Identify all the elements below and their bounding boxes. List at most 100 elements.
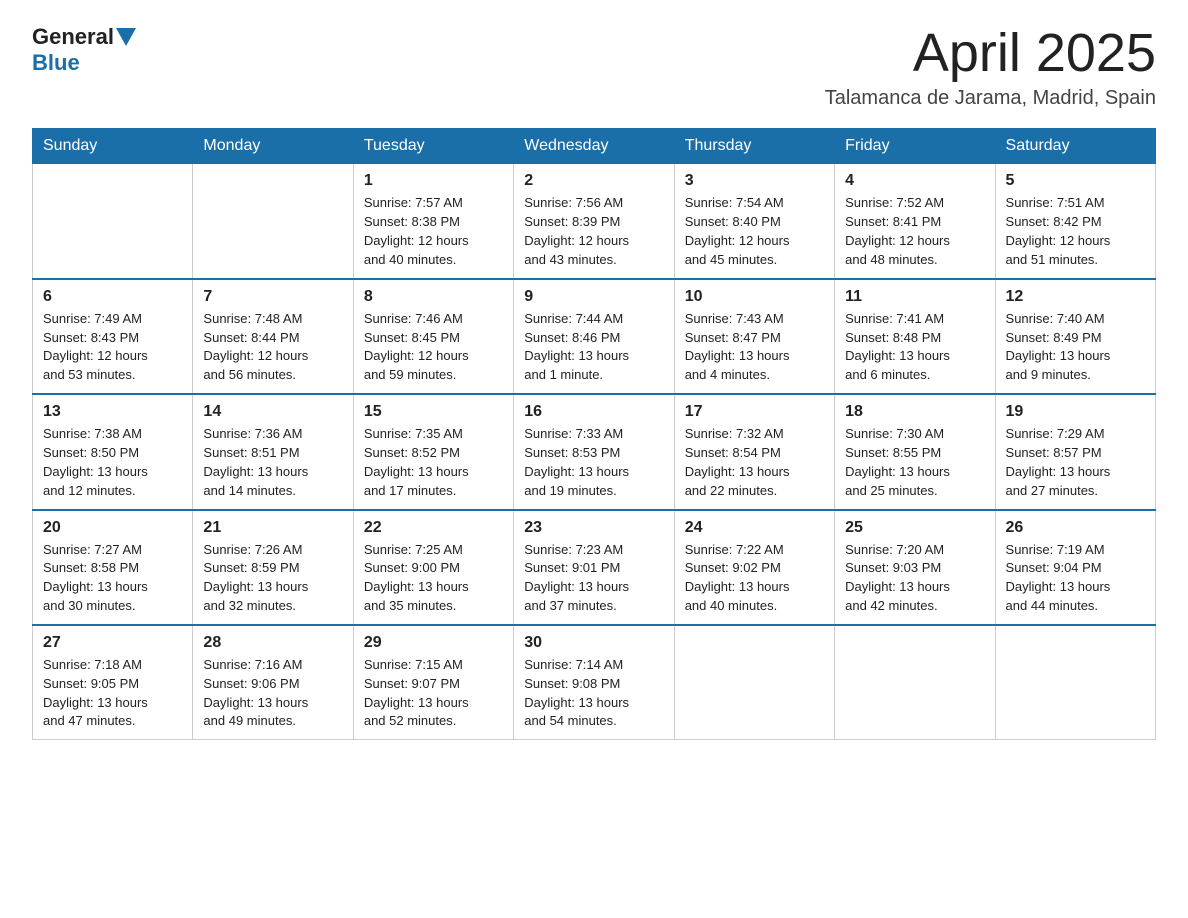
calendar-table: Sunday Monday Tuesday Wednesday Thursday… (32, 128, 1156, 740)
calendar-cell-w4-d1: 21Sunrise: 7:26 AM Sunset: 8:59 PM Dayli… (193, 510, 353, 625)
day-info: Sunrise: 7:48 AM Sunset: 8:44 PM Dayligh… (203, 310, 342, 385)
day-number: 7 (203, 288, 342, 306)
day-number: 2 (524, 172, 663, 190)
day-info: Sunrise: 7:27 AM Sunset: 8:58 PM Dayligh… (43, 541, 182, 616)
day-number: 28 (203, 634, 342, 652)
calendar-cell-w5-d0: 27 Sunrise: 7:18 AM Sunset: 9:05 PM Dayli… (33, 625, 193, 740)
calendar-cell-w3-d5: 18Sunrise: 7:30 AM Sunset: 8:55 PM Dayli… (835, 394, 995, 509)
col-monday: Monday (193, 129, 353, 164)
calendar-cell-w1-d6: 5 Sunrise: 7:51 AM Sunset: 8:42 PM Daylig… (995, 164, 1155, 279)
calendar-cell-w1-d4: 3Sunrise: 7:54 AM Sunset: 8:40 PM Daylig… (674, 164, 834, 279)
day-number: 19 (1006, 403, 1145, 421)
calendar-cell-w2-d4: 10 Sunrise: 7:43 AM Sunset: 8:47 PM Dayli… (674, 279, 834, 394)
calendar-cell-w2-d6: 12Sunrise: 7:40 AM Sunset: 8:49 PM Dayli… (995, 279, 1155, 394)
day-info: Sunrise: 7:57 AM Sunset: 8:38 PM Dayligh… (364, 194, 503, 269)
calendar-cell-w2-d2: 8 Sunrise: 7:46 AM Sunset: 8:45 PM Daylig… (353, 279, 513, 394)
calendar-cell-w5-d4 (674, 625, 834, 740)
week-row-4: 20 Sunrise: 7:27 AM Sunset: 8:58 PM Dayli… (33, 510, 1156, 625)
day-info: Sunrise: 7:51 AM Sunset: 8:42 PM Dayligh… (1006, 194, 1145, 269)
day-info: Sunrise: 7:33 AM Sunset: 8:53 PM Dayligh… (524, 425, 663, 500)
day-number: 22 (364, 519, 503, 537)
col-saturday: Saturday (995, 129, 1155, 164)
col-thursday: Thursday (674, 129, 834, 164)
calendar-cell-w4-d3: 23 Sunrise: 7:23 AM Sunset: 9:01 PM Dayli… (514, 510, 674, 625)
day-info: Sunrise: 7:22 AM Sunset: 9:02 PM Dayligh… (685, 541, 824, 616)
day-info: Sunrise: 7:38 AM Sunset: 8:50 PM Dayligh… (43, 425, 182, 500)
calendar-cell-w4-d0: 20 Sunrise: 7:27 AM Sunset: 8:58 PM Dayli… (33, 510, 193, 625)
col-wednesday: Wednesday (514, 129, 674, 164)
day-info: Sunrise: 7:49 AM Sunset: 8:43 PM Dayligh… (43, 310, 182, 385)
week-row-3: 13Sunrise: 7:38 AM Sunset: 8:50 PM Dayli… (33, 394, 1156, 509)
day-number: 11 (845, 288, 984, 306)
title-block: April 2025 Talamanca de Jarama, Madrid, … (825, 24, 1156, 110)
day-info: Sunrise: 7:44 AM Sunset: 8:46 PM Dayligh… (524, 310, 663, 385)
calendar-cell-w1-d5: 4 Sunrise: 7:52 AM Sunset: 8:41 PM Daylig… (835, 164, 995, 279)
day-number: 8 (364, 288, 503, 306)
day-number: 9 (524, 288, 663, 306)
calendar-cell-w3-d3: 16 Sunrise: 7:33 AM Sunset: 8:53 PM Dayli… (514, 394, 674, 509)
week-row-1: 1 Sunrise: 7:57 AM Sunset: 8:38 PM Daylig… (33, 164, 1156, 279)
logo-blue-text: Blue (32, 50, 80, 76)
day-number: 20 (43, 519, 182, 537)
day-info: Sunrise: 7:40 AM Sunset: 8:49 PM Dayligh… (1006, 310, 1145, 385)
calendar-header-row: Sunday Monday Tuesday Wednesday Thursday… (33, 129, 1156, 164)
calendar-cell-w2-d3: 9 Sunrise: 7:44 AM Sunset: 8:46 PM Daylig… (514, 279, 674, 394)
day-info: Sunrise: 7:18 AM Sunset: 9:05 PM Dayligh… (43, 656, 182, 731)
calendar-cell-w5-d1: 28 Sunrise: 7:16 AM Sunset: 9:06 PM Dayli… (193, 625, 353, 740)
day-info: Sunrise: 7:23 AM Sunset: 9:01 PM Dayligh… (524, 541, 663, 616)
day-info: Sunrise: 7:35 AM Sunset: 8:52 PM Dayligh… (364, 425, 503, 500)
col-sunday: Sunday (33, 129, 193, 164)
day-info: Sunrise: 7:43 AM Sunset: 8:47 PM Dayligh… (685, 310, 824, 385)
calendar-cell-w2-d5: 11 Sunrise: 7:41 AM Sunset: 8:48 PM Dayli… (835, 279, 995, 394)
calendar-cell-w1-d1 (193, 164, 353, 279)
calendar-cell-w3-d4: 17 Sunrise: 7:32 AM Sunset: 8:54 PM Dayli… (674, 394, 834, 509)
logo-triangle-icon (116, 28, 136, 46)
day-number: 23 (524, 519, 663, 537)
day-info: Sunrise: 7:25 AM Sunset: 9:00 PM Dayligh… (364, 541, 503, 616)
day-number: 5 (1006, 172, 1145, 190)
calendar-cell-w3-d6: 19Sunrise: 7:29 AM Sunset: 8:57 PM Dayli… (995, 394, 1155, 509)
day-number: 18 (845, 403, 984, 421)
calendar-cell-w1-d2: 1 Sunrise: 7:57 AM Sunset: 8:38 PM Daylig… (353, 164, 513, 279)
day-info: Sunrise: 7:20 AM Sunset: 9:03 PM Dayligh… (845, 541, 984, 616)
day-number: 24 (685, 519, 824, 537)
calendar-cell-w5-d5 (835, 625, 995, 740)
day-number: 27 (43, 634, 182, 652)
day-number: 17 (685, 403, 824, 421)
day-info: Sunrise: 7:52 AM Sunset: 8:41 PM Dayligh… (845, 194, 984, 269)
day-number: 25 (845, 519, 984, 537)
calendar-cell-w5-d3: 30Sunrise: 7:14 AM Sunset: 9:08 PM Dayli… (514, 625, 674, 740)
week-row-2: 6 Sunrise: 7:49 AM Sunset: 8:43 PM Daylig… (33, 279, 1156, 394)
day-number: 21 (203, 519, 342, 537)
day-info: Sunrise: 7:54 AM Sunset: 8:40 PM Dayligh… (685, 194, 824, 269)
location-subtitle: Talamanca de Jarama, Madrid, Spain (825, 87, 1156, 110)
day-number: 4 (845, 172, 984, 190)
calendar-cell-w5-d2: 29Sunrise: 7:15 AM Sunset: 9:07 PM Dayli… (353, 625, 513, 740)
day-info: Sunrise: 7:32 AM Sunset: 8:54 PM Dayligh… (685, 425, 824, 500)
day-number: 10 (685, 288, 824, 306)
logo: General Blue (32, 24, 138, 76)
day-info: Sunrise: 7:36 AM Sunset: 8:51 PM Dayligh… (203, 425, 342, 500)
col-tuesday: Tuesday (353, 129, 513, 164)
calendar-cell-w2-d0: 6 Sunrise: 7:49 AM Sunset: 8:43 PM Daylig… (33, 279, 193, 394)
page-header: General Blue April 2025 Talamanca de Jar… (32, 24, 1156, 110)
day-info: Sunrise: 7:16 AM Sunset: 9:06 PM Dayligh… (203, 656, 342, 731)
day-number: 29 (364, 634, 503, 652)
day-number: 6 (43, 288, 182, 306)
day-info: Sunrise: 7:41 AM Sunset: 8:48 PM Dayligh… (845, 310, 984, 385)
calendar-cell-w2-d1: 7 Sunrise: 7:48 AM Sunset: 8:44 PM Daylig… (193, 279, 353, 394)
calendar-cell-w1-d3: 2Sunrise: 7:56 AM Sunset: 8:39 PM Daylig… (514, 164, 674, 279)
calendar-cell-w4-d2: 22 Sunrise: 7:25 AM Sunset: 9:00 PM Dayli… (353, 510, 513, 625)
day-number: 26 (1006, 519, 1145, 537)
day-info: Sunrise: 7:19 AM Sunset: 9:04 PM Dayligh… (1006, 541, 1145, 616)
day-number: 14 (203, 403, 342, 421)
day-number: 1 (364, 172, 503, 190)
day-info: Sunrise: 7:46 AM Sunset: 8:45 PM Dayligh… (364, 310, 503, 385)
calendar-cell-w5-d6 (995, 625, 1155, 740)
calendar-cell-w3-d2: 15Sunrise: 7:35 AM Sunset: 8:52 PM Dayli… (353, 394, 513, 509)
calendar-cell-w4-d5: 25 Sunrise: 7:20 AM Sunset: 9:03 PM Dayli… (835, 510, 995, 625)
day-info: Sunrise: 7:14 AM Sunset: 9:08 PM Dayligh… (524, 656, 663, 731)
day-number: 16 (524, 403, 663, 421)
logo-general-text: General (32, 24, 114, 50)
calendar-cell-w3-d0: 13Sunrise: 7:38 AM Sunset: 8:50 PM Dayli… (33, 394, 193, 509)
